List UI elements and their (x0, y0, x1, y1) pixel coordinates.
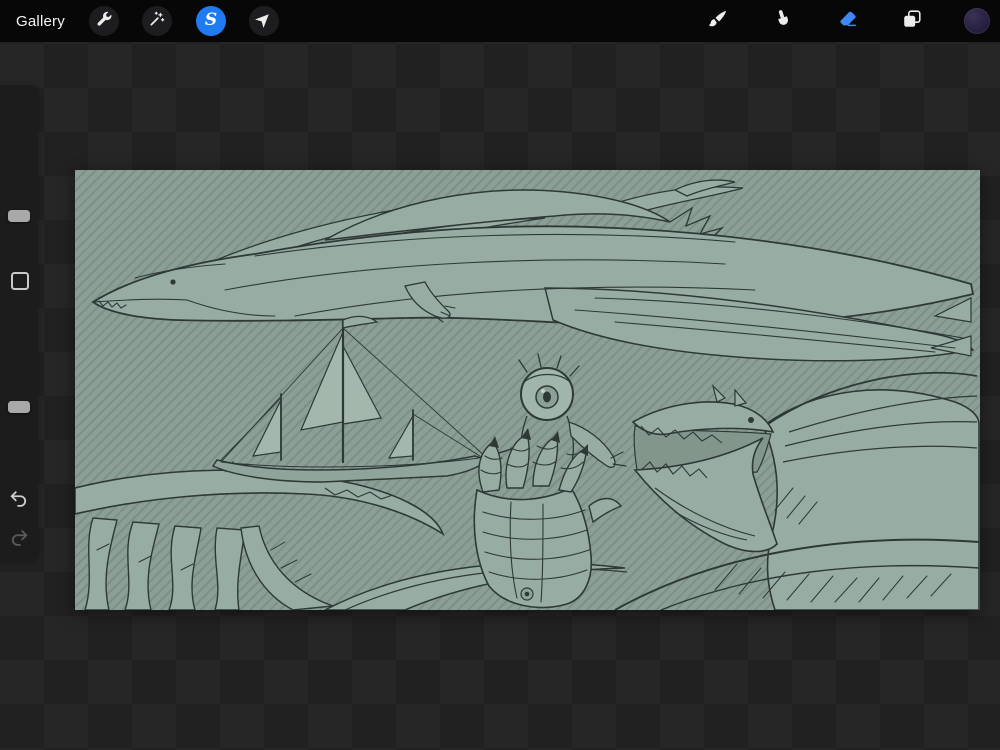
actions-button[interactable] (89, 6, 119, 36)
opacity-handle[interactable] (8, 401, 30, 413)
gallery-button[interactable]: Gallery (16, 0, 65, 42)
layers-button[interactable] (897, 6, 927, 36)
transform-button[interactable] (249, 6, 279, 36)
erase-button[interactable] (833, 6, 863, 36)
adjustments-button[interactable] (142, 6, 172, 36)
redo-button[interactable] (8, 527, 30, 549)
undo-icon (8, 491, 30, 514)
artwork-canvas[interactable] (75, 170, 980, 610)
layers-icon (901, 8, 923, 35)
eraser-icon (837, 8, 859, 35)
sketch-dragon-head (614, 371, 980, 610)
transform-arrow-icon (254, 10, 273, 33)
brush-icon (707, 8, 729, 35)
sidebar (0, 85, 38, 562)
selection-s-icon: S (204, 9, 218, 30)
undo-button[interactable] (8, 488, 30, 510)
selection-button[interactable]: S (196, 6, 226, 36)
modify-button[interactable] (11, 272, 29, 290)
paint-button[interactable] (703, 6, 733, 36)
magic-wand-icon (148, 10, 166, 33)
gallery-label: Gallery (16, 12, 65, 30)
top-toolbar: Gallery S (0, 0, 1000, 42)
sketch-leviathan (91, 179, 975, 362)
color-button[interactable] (964, 6, 990, 36)
color-swatch (964, 8, 990, 34)
sketch-ship (211, 315, 522, 483)
smudge-button[interactable] (768, 6, 798, 36)
artwork-sketch (75, 179, 980, 610)
app-background: Gallery S (0, 0, 1000, 750)
redo-icon (8, 530, 30, 553)
brush-size-handle[interactable] (8, 210, 30, 222)
smudge-icon (772, 8, 794, 35)
opacity-slider[interactable] (0, 341, 38, 481)
brush-size-slider[interactable] (0, 93, 38, 337)
wrench-icon (95, 10, 113, 33)
